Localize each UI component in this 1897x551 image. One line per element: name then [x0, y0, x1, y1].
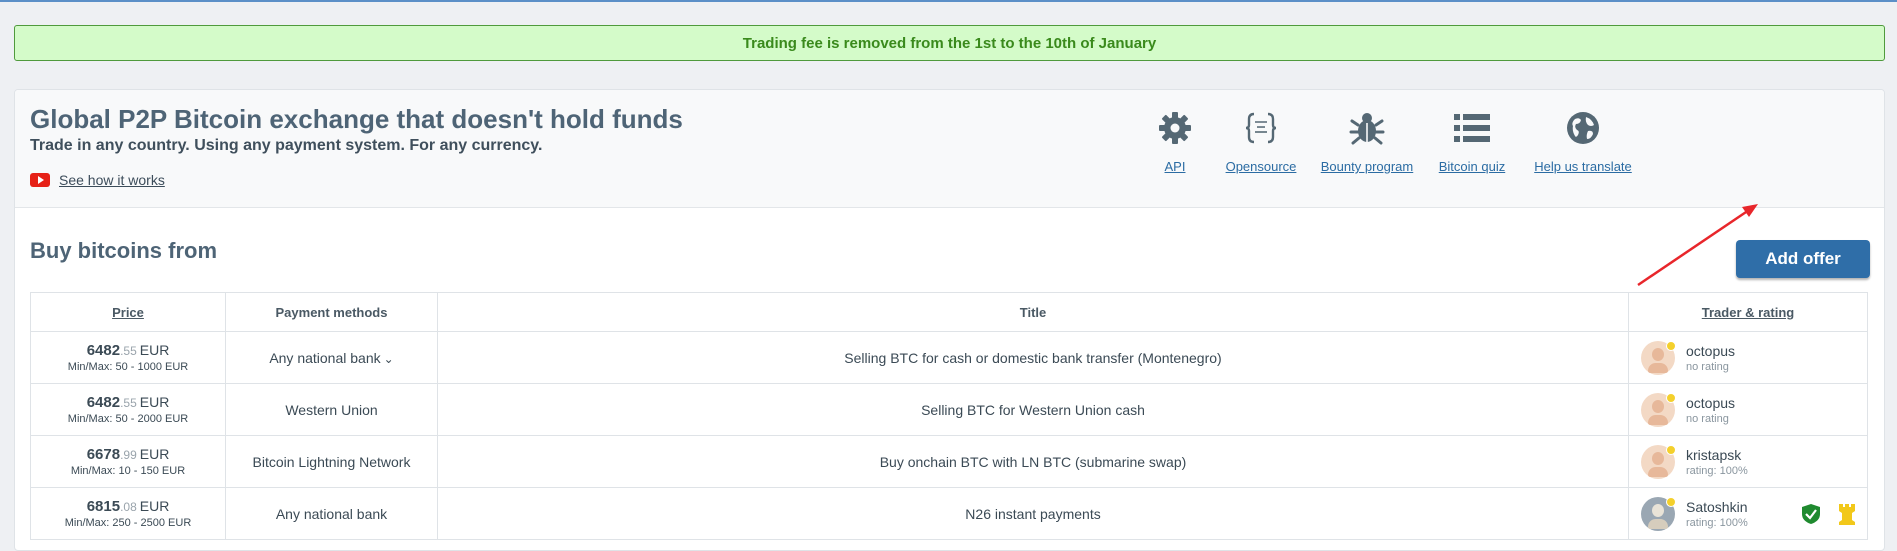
tool-help-translate-label[interactable]: Help us translate [1534, 159, 1632, 174]
payment-method-cell[interactable]: Bitcoin Lightning Network [225, 435, 438, 488]
status-dot [1666, 496, 1676, 507]
tool-help-translate[interactable]: Help us translate [1523, 106, 1643, 174]
payment-column-header: Payment methods [225, 292, 438, 332]
trader-cell[interactable]: octopus no rating [1628, 383, 1868, 436]
status-dot [1666, 392, 1676, 403]
offer-title[interactable]: Selling BTC for Western Union cash [921, 402, 1145, 418]
trader-name[interactable]: kristapsk [1686, 447, 1748, 463]
tool-opensource-label[interactable]: Opensource [1226, 159, 1297, 174]
price-cell: 6482.55 EUR Min/Max: 50 - 1000 EUR [30, 331, 226, 384]
price-column-header[interactable]: Price [30, 292, 226, 332]
code-braces-icon [1239, 106, 1283, 150]
price-integer: 6678 [86, 446, 121, 463]
offer-title[interactable]: Buy onchain BTC with LN BTC (submarine s… [880, 454, 1187, 470]
youtube-icon [30, 173, 50, 187]
trader-name[interactable]: Satoshkin [1686, 499, 1748, 515]
price-integer: 6482 [86, 342, 121, 359]
offer-title-cell[interactable]: Buy onchain BTC with LN BTC (submarine s… [437, 435, 1629, 488]
top-accent-line [0, 0, 1897, 2]
price-decimal: .08 [120, 500, 137, 514]
page-title: Global P2P Bitcoin exchange that doesn't… [30, 104, 683, 134]
promo-banner: Trading fee is removed from the 1st to t… [14, 25, 1885, 61]
trader-cell[interactable]: kristapsk rating: 100% [1628, 435, 1868, 488]
globe-icon [1561, 106, 1605, 150]
trader-cell[interactable]: Satoshkin rating: 100% [1628, 487, 1868, 540]
chevron-down-icon[interactable]: ⌄ [384, 352, 394, 366]
trader-name[interactable]: octopus [1686, 343, 1735, 359]
payment-method-cell[interactable]: Any national bank [225, 487, 438, 540]
tool-bounty-program[interactable]: Bounty program [1312, 106, 1422, 174]
shield-check-icon [1801, 503, 1821, 528]
table-row[interactable]: 6678.99 EUR Min/Max: 10 - 150 EUR Bitcoin… [30, 435, 1868, 488]
price-decimal: .55 [120, 344, 137, 358]
table-row[interactable]: 6815.08 EUR Min/Max: 250 - 2500 EUR Any n… [30, 487, 1868, 540]
payment-method[interactable]: Western Union [285, 402, 377, 418]
min-max-limits: Min/Max: 250 - 2500 EUR [64, 517, 192, 529]
table-header-row: Price Payment methods Title Trader & rat… [30, 292, 1868, 332]
price-integer: 6482 [86, 394, 121, 411]
offer-title-cell[interactable]: Selling BTC for cash or domestic bank tr… [437, 331, 1629, 384]
avatar[interactable] [1641, 340, 1676, 375]
how-it-works-link[interactable]: See how it works [59, 172, 165, 188]
tool-bounty-program-label[interactable]: Bounty program [1321, 159, 1414, 174]
price-currency: EUR [139, 498, 170, 514]
avatar[interactable] [1641, 392, 1676, 427]
tool-api[interactable]: API [1140, 106, 1210, 174]
min-max-limits: Min/Max: 50 - 2000 EUR [67, 413, 189, 425]
bug-icon [1345, 106, 1389, 150]
trader-rating: rating: 100% [1686, 464, 1748, 477]
table-row[interactable]: 6482.55 EUR Min/Max: 50 - 1000 EUR Any na… [30, 331, 1868, 384]
gear-icon [1153, 106, 1197, 150]
add-offer-button[interactable]: Add offer [1736, 240, 1870, 278]
avatar[interactable] [1641, 496, 1676, 531]
payment-method-cell[interactable]: Western Union [225, 383, 438, 436]
tool-bitcoin-quiz[interactable]: Bitcoin quiz [1427, 106, 1517, 174]
offer-title[interactable]: Selling BTC for cash or domestic bank tr… [844, 350, 1221, 366]
price-currency: EUR [139, 446, 170, 462]
trader-rating: rating: 100% [1686, 516, 1748, 529]
rook-badge-icon [1837, 502, 1857, 529]
offer-title[interactable]: N26 instant payments [965, 506, 1100, 522]
section-title: Buy bitcoins from [30, 238, 218, 263]
trader-rating: no rating [1686, 412, 1729, 425]
promo-banner-text: Trading fee is removed from the 1st to t… [742, 34, 1157, 52]
avatar[interactable] [1641, 444, 1676, 479]
offer-title-cell[interactable]: Selling BTC for Western Union cash [437, 383, 1629, 436]
price-cell: 6815.08 EUR Min/Max: 250 - 2500 EUR [30, 487, 226, 540]
how-it-works[interactable]: See how it works [30, 172, 165, 188]
price-cell: 6678.99 EUR Min/Max: 10 - 150 EUR [30, 435, 226, 488]
price-decimal: .55 [120, 396, 137, 410]
payment-method[interactable]: Any national bank [276, 506, 387, 522]
list-icon [1450, 106, 1494, 150]
min-max-limits: Min/Max: 10 - 150 EUR [70, 465, 186, 477]
tool-api-label[interactable]: API [1165, 159, 1186, 174]
title-column-header: Title [437, 292, 1629, 332]
price-cell: 6482.55 EUR Min/Max: 50 - 2000 EUR [30, 383, 226, 436]
trader-column-header[interactable]: Trader & rating [1628, 292, 1868, 332]
tool-bitcoin-quiz-label[interactable]: Bitcoin quiz [1439, 159, 1505, 174]
main-panel: Global P2P Bitcoin exchange that doesn't… [14, 89, 1885, 551]
status-dot [1666, 340, 1676, 351]
offer-title-cell[interactable]: N26 instant payments [437, 487, 1629, 540]
price-currency: EUR [139, 342, 170, 358]
trader-rating: no rating [1686, 360, 1729, 373]
payment-method[interactable]: Any national bank [269, 350, 380, 366]
trader-cell[interactable]: octopus no rating [1628, 331, 1868, 384]
status-dot [1666, 444, 1676, 455]
hero-section: Global P2P Bitcoin exchange that doesn't… [15, 90, 1884, 208]
payment-method[interactable]: Bitcoin Lightning Network [253, 454, 411, 470]
table-row[interactable]: 6482.55 EUR Min/Max: 50 - 2000 EUR Wester… [30, 383, 1868, 436]
payment-method-cell[interactable]: Any national bank ⌄ [225, 331, 438, 384]
price-integer: 6815 [86, 498, 121, 515]
price-currency: EUR [139, 394, 170, 410]
tool-opensource[interactable]: Opensource [1216, 106, 1306, 174]
price-decimal: .99 [120, 448, 137, 462]
offers-table: Price Payment methods Title Trader & rat… [30, 292, 1868, 540]
page-subtitle: Trade in any country. Using any payment … [30, 137, 543, 154]
trader-name[interactable]: octopus [1686, 395, 1735, 411]
min-max-limits: Min/Max: 50 - 1000 EUR [67, 361, 189, 373]
